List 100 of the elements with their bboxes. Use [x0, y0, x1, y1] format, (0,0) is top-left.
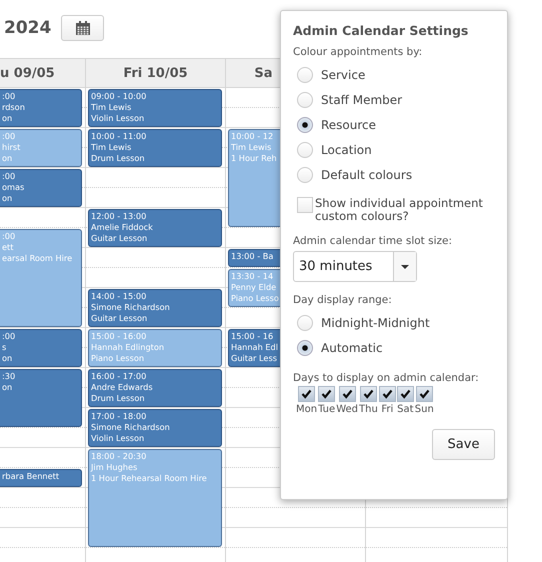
appointment-text: Violin Lesson: [91, 113, 146, 124]
day-checkbox[interactable]: [338, 386, 356, 402]
radio-button[interactable]: [297, 142, 313, 158]
appointment-text: rbara Bennett: [2, 471, 60, 482]
appointment-text: on: [2, 153, 14, 164]
day-checkbox[interactable]: [378, 386, 396, 402]
day-heading: Sa: [254, 66, 273, 80]
appointment-block[interactable]: 10:00 - 11:00 Tim Lewis Drum Lesson: [88, 129, 222, 167]
day-label: Sun: [414, 404, 434, 415]
appointment-block[interactable]: :30 on: [0, 369, 82, 427]
appointment-text: 15:00 - 16: [231, 331, 274, 342]
radio-button[interactable]: [297, 92, 313, 108]
appointment-text: 09:00 - 10:00: [91, 91, 148, 102]
appointment-text: Drum Lesson: [91, 393, 146, 404]
checkbox-label: Show individual appointment custom colours?: [315, 197, 484, 223]
appointment-block[interactable]: 13:00 - Ba: [228, 249, 281, 267]
slot-size-dropdown[interactable]: 30 minutes: [293, 251, 417, 282]
appointment-text: 12:00 - 13:00: [91, 211, 148, 222]
appointment-text: 17:00 - 18:00: [91, 411, 148, 422]
appointment-text: 1 Hour Rehearsal Room Hire: [91, 473, 208, 484]
option-label: Service: [321, 68, 366, 82]
appointment-text: Simone Richardson: [91, 422, 171, 433]
appointment-text: ett: [2, 242, 14, 253]
day-label: Wed: [336, 404, 358, 415]
calendar-button[interactable]: [61, 15, 104, 41]
appointment-block[interactable]: :00 s on: [0, 329, 82, 367]
appointment-text: 10:00 - 11:00: [91, 131, 148, 142]
appointment-text: Amelie Fiddock: [91, 222, 154, 233]
section-label: Days to display on admin calendar:: [293, 372, 480, 384]
save-button[interactable]: Save: [432, 429, 495, 460]
day-checkbox[interactable]: [298, 386, 316, 402]
appointment-block[interactable]: 15:00 - 16 Hannah Edl Guitar Less: [228, 329, 281, 367]
day-checkbox[interactable]: [360, 386, 377, 402]
appointment-text: Jim Hughes: [91, 462, 138, 473]
appointment-text: 10:00 - 12: [231, 131, 274, 142]
appointment-text: on: [2, 382, 14, 393]
radio-button[interactable]: [297, 340, 313, 356]
caret-icon: [401, 264, 409, 268]
day-checkbox[interactable]: [318, 386, 336, 402]
option-label: Location: [321, 142, 372, 156]
appointment-text: Simone Richardson: [91, 302, 171, 313]
appointment-text: Guitar Less: [231, 353, 278, 364]
appointment-text: 18:00 - 20:30: [91, 451, 148, 462]
appointment-block[interactable]: :00 rdson on: [0, 89, 82, 127]
appointment-text: on: [2, 113, 14, 124]
appointment-block[interactable]: rbara Bennett: [0, 469, 82, 487]
appointment-block[interactable]: :00 omas on: [0, 169, 82, 207]
appointment-text: :00: [2, 171, 16, 182]
appointment-text: :30: [2, 371, 16, 382]
day-label: Mon: [296, 404, 318, 415]
radio-button[interactable]: [297, 66, 313, 82]
day-heading: u 09/05: [0, 66, 55, 80]
appointment-text: hirst: [2, 142, 22, 153]
appointment-text: Drum Lesson: [91, 153, 146, 164]
day-label: Fri: [381, 404, 394, 415]
appointment-text: :00: [2, 231, 16, 242]
section-label: Admin calendar time slot size:: [293, 235, 454, 247]
calendar-icon: [74, 20, 91, 36]
appointment-text: Hannah Edl: [231, 342, 279, 353]
appointment-block[interactable]: 12:00 - 13:00 Amelie Fiddock Guitar Lesson: [88, 209, 222, 247]
checkbox[interactable]: [297, 197, 313, 213]
appointment-text: Tim Lewis: [231, 142, 272, 153]
appointment-block[interactable]: 17:00 - 18:00 Simone Richardson Violin Lesson: [88, 409, 222, 447]
radio-button[interactable]: [297, 314, 313, 330]
appointment-text: :00: [2, 131, 16, 142]
radio-button[interactable]: [297, 166, 313, 182]
appointment-text: :00: [2, 91, 16, 102]
appointment-text: Piano Lesson: [91, 353, 146, 364]
option-label: Resource: [321, 118, 376, 132]
option-label: Default colours: [321, 168, 412, 182]
appointment-text: 15:00 - 16:00: [91, 331, 148, 342]
option-label: Staff Member: [321, 92, 402, 106]
radio-button[interactable]: [297, 116, 313, 132]
appointment-text: on: [2, 193, 14, 204]
appointment-text: Hannah Edlington: [91, 342, 166, 353]
appointment-text: Tim Lewis: [91, 102, 132, 113]
appointment-text: earsal Room Hire: [2, 253, 74, 264]
appointment-text: Penny Elde: [231, 282, 278, 293]
appointment-text: on: [2, 353, 14, 364]
appointment-text: Andre Edwards: [91, 382, 154, 393]
popup-title: Admin Calendar Settings: [293, 23, 470, 38]
appointment-text: Guitar Lesson: [91, 313, 148, 324]
appointment-text: :00: [2, 331, 16, 342]
section-label: Day display range:: [293, 294, 393, 306]
appointment-block[interactable]: 16:00 - 17:00 Andre Edwards Drum Lesson: [88, 369, 222, 407]
appointment-text: 16:00 - 17:00: [91, 371, 148, 382]
day-checkbox[interactable]: [416, 386, 433, 402]
year-title: 2024: [4, 18, 52, 38]
appointment-text: omas: [2, 182, 26, 193]
appointment-text: rdson: [2, 102, 26, 113]
appointment-block[interactable]: 14:00 - 15:00 Simone Richardson Guitar Lesson: [88, 289, 222, 327]
appointment-text: s: [2, 342, 8, 353]
day-heading: Fri 10/05: [123, 66, 188, 80]
option-label: Midnight-Midnight: [321, 316, 430, 330]
day-checkbox[interactable]: [396, 386, 414, 402]
appointment-text: Guitar Lesson: [91, 233, 148, 244]
appointment-text: 1 Hour Reh: [231, 153, 278, 164]
appointment-text: Violin Lesson: [91, 433, 146, 444]
day-label: Sat: [397, 404, 414, 415]
appointment-block[interactable]: 09:00 - 10:00 Tim Lewis Violin Lesson: [88, 89, 222, 127]
